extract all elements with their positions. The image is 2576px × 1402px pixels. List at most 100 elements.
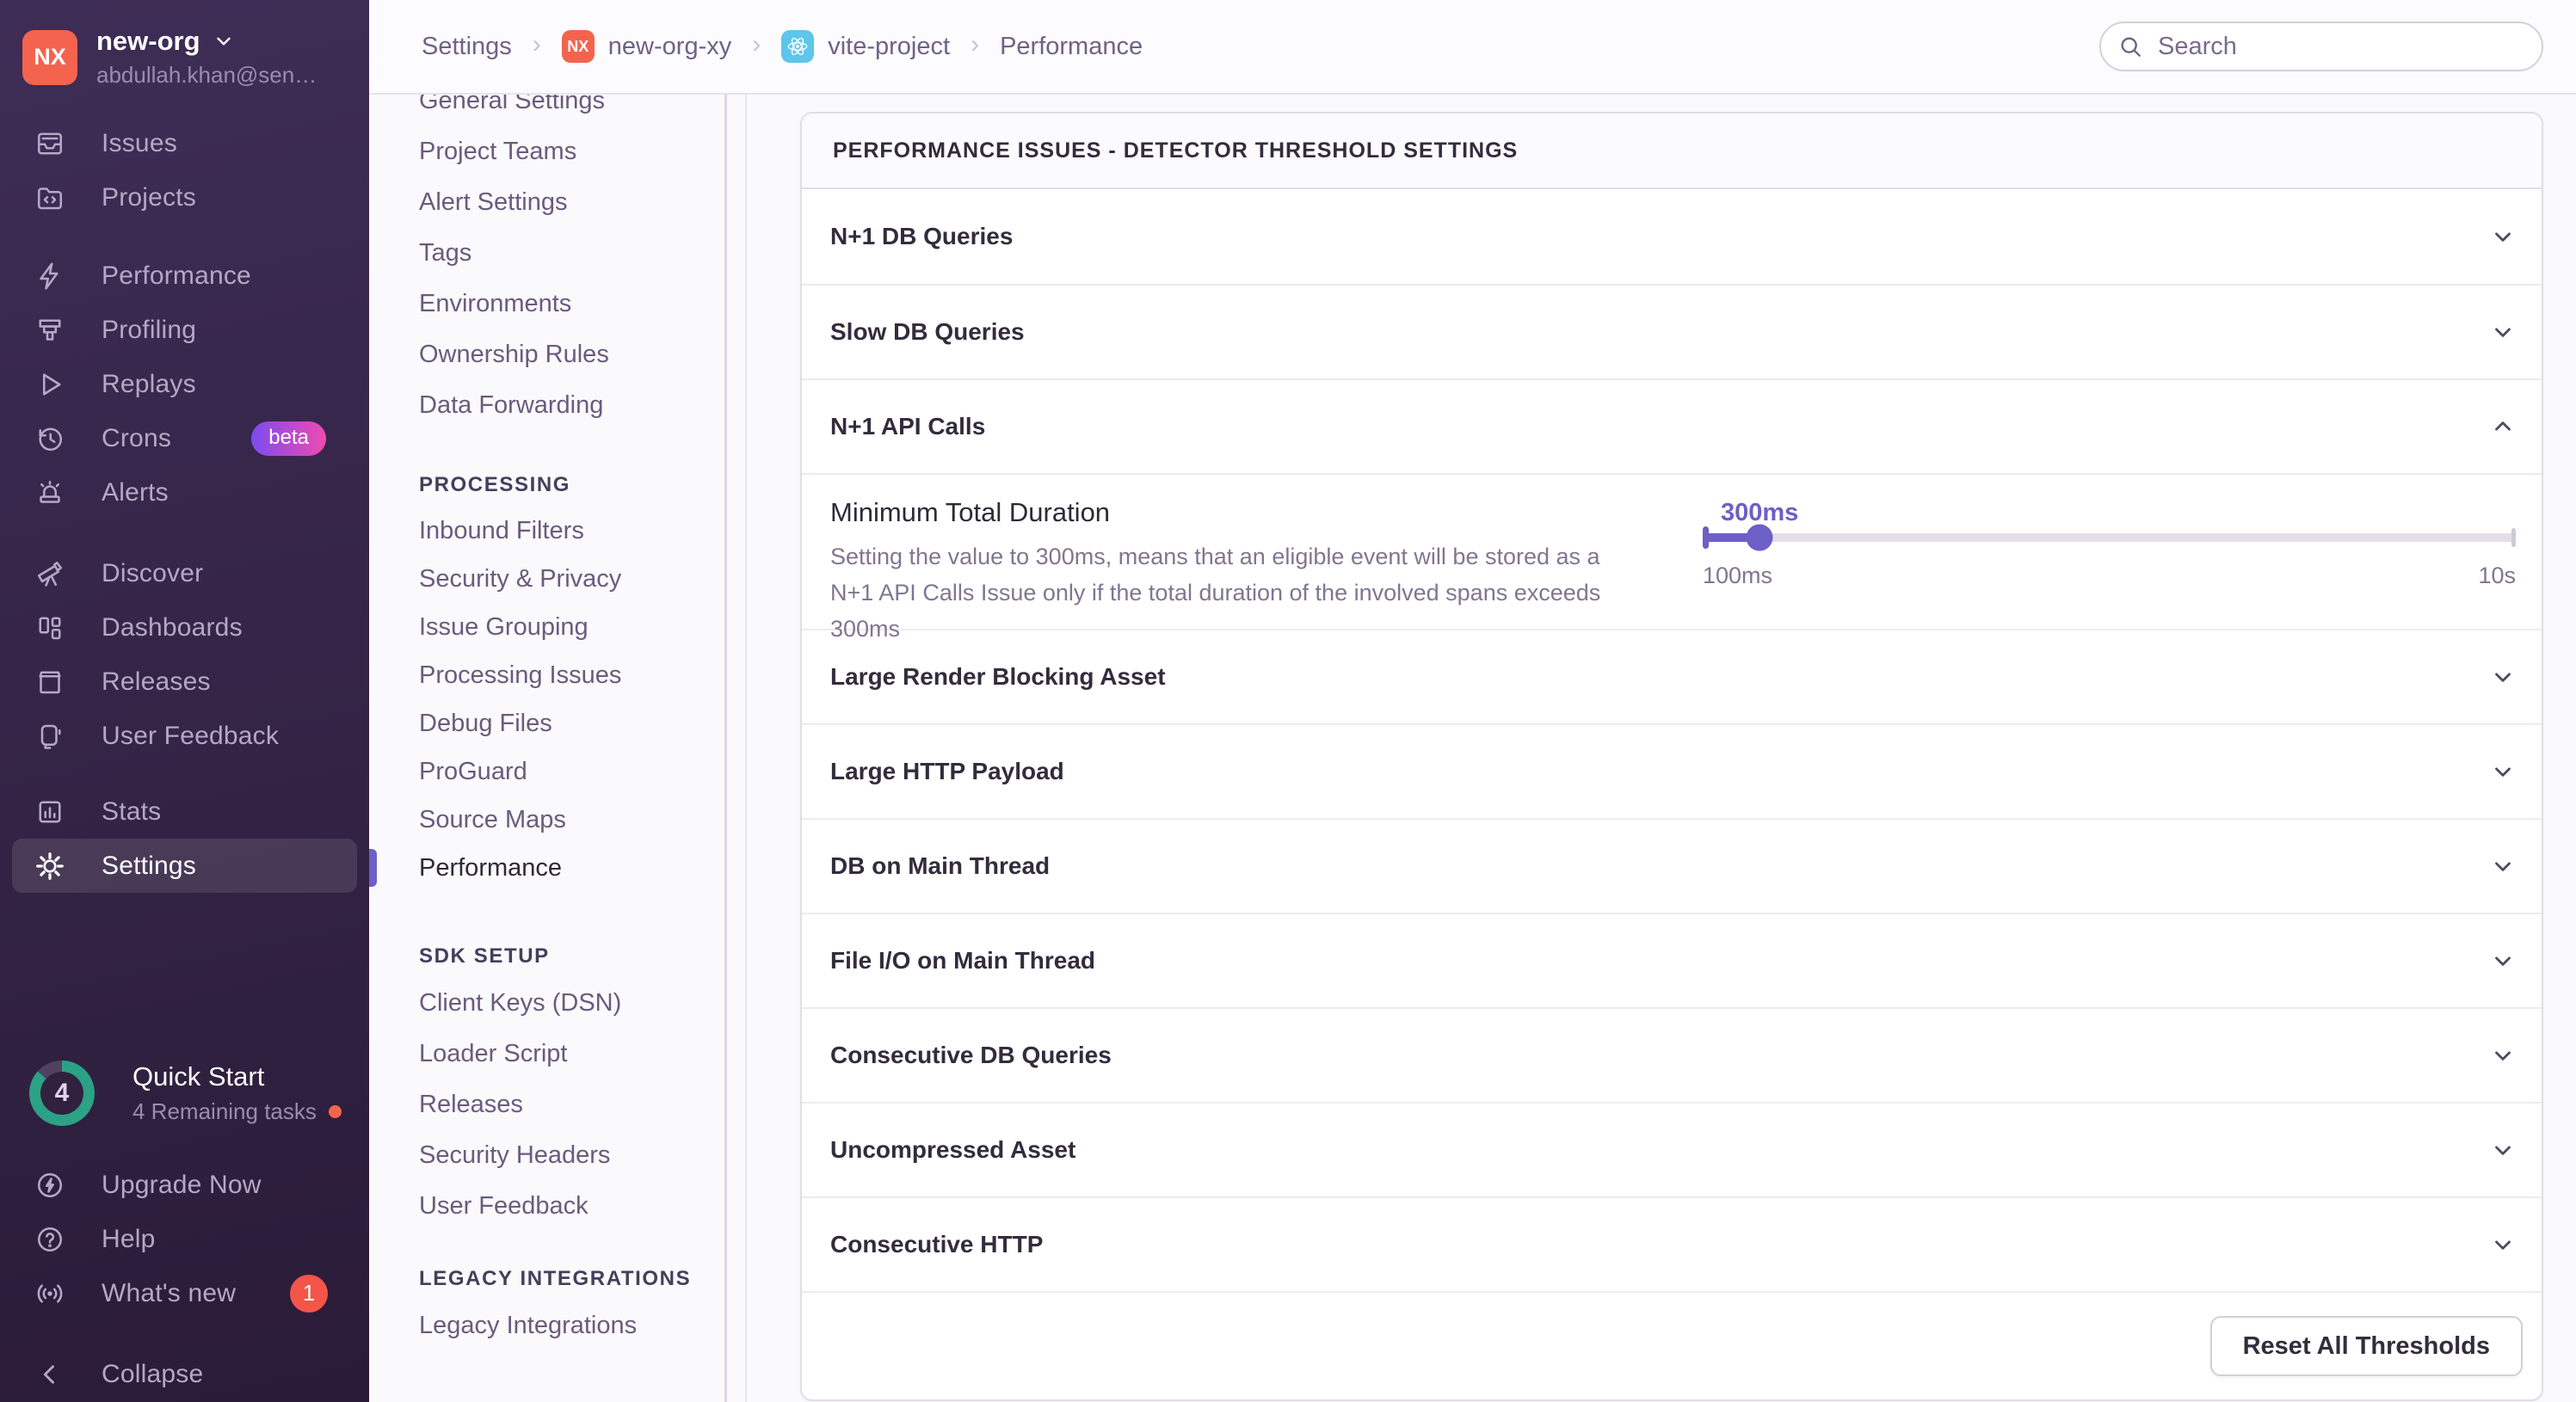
sidebar-item-discover[interactable]: Discover: [0, 546, 369, 600]
settings-nav-item[interactable]: Tags: [369, 228, 745, 279]
main-content: PERFORMANCE ISSUES - DETECTOR THRESHOLD …: [747, 95, 2576, 1402]
settings-nav-item[interactable]: Source Maps: [369, 796, 745, 844]
reset-all-thresholds-button[interactable]: Reset All Thresholds: [2209, 1316, 2523, 1376]
breadcrumb-project[interactable]: vite-project: [781, 30, 950, 63]
sidebar-item-issues[interactable]: Issues: [0, 116, 369, 170]
slider-thumb[interactable]: [1746, 524, 1773, 551]
chevron-down-icon: [2490, 853, 2516, 879]
lightning-circle-icon: [33, 1168, 67, 1202]
settings-nav-item[interactable]: Legacy Integrations: [369, 1301, 745, 1351]
settings-nav-item[interactable]: ProGuard: [369, 747, 745, 796]
detector-row[interactable]: Consecutive HTTP: [802, 1196, 2542, 1291]
settings-nav-item[interactable]: Client Keys (DSN): [369, 978, 745, 1029]
sidebar-item-stats[interactable]: Stats: [0, 784, 369, 839]
sidebar-item-profiling[interactable]: Profiling: [0, 303, 369, 357]
sidebar-item-settings[interactable]: Settings: [12, 839, 357, 893]
chevron-down-icon: [2490, 759, 2516, 784]
org-switcher[interactable]: NX new-org abdullah.khan@sen…: [22, 26, 361, 89]
collapse-sidebar-row: Collapse: [0, 1347, 369, 1401]
settings-nav-item[interactable]: Inbound Filters: [369, 507, 745, 555]
settings-nav-item[interactable]: Project Teams: [369, 126, 745, 177]
upgrade-now-button[interactable]: Upgrade Now: [0, 1158, 369, 1212]
collapse-button[interactable]: Collapse: [0, 1347, 369, 1401]
inbox-icon: [33, 126, 67, 161]
settings-nav-item[interactable]: Processing Issues: [369, 651, 745, 699]
sidebar-item-releases[interactable]: Releases: [0, 655, 369, 709]
slider-track[interactable]: [1703, 524, 2516, 551]
breadcrumb-separator-icon: ›: [752, 30, 761, 58]
settings-nav-item[interactable]: Security Headers: [369, 1130, 745, 1181]
settings-nav-item[interactable]: Ownership Rules: [369, 329, 745, 380]
detector-settings-panel: PERFORMANCE ISSUES - DETECTOR THRESHOLD …: [800, 112, 2543, 1401]
clock-history-icon: [33, 421, 67, 456]
sidebar-item-performance[interactable]: Performance: [0, 249, 369, 303]
help-button[interactable]: Help: [0, 1212, 369, 1266]
slider-max-label: 10s: [2478, 563, 2516, 588]
chevron-down-icon: [2490, 224, 2516, 249]
slider-value-label: 300ms: [1720, 499, 1799, 526]
sidebar-item-crons[interactable]: Crons beta: [0, 411, 369, 465]
org-name: new-org: [96, 26, 200, 56]
detector-row[interactable]: Uncompressed Asset: [802, 1102, 2542, 1196]
detector-row[interactable]: DB on Main Thread: [802, 818, 2542, 913]
chevron-down-icon: [2490, 664, 2516, 690]
dashboard-grid-icon: [33, 611, 67, 645]
sidebar-footer-nav: Upgrade Now Help What's new 1: [0, 1158, 369, 1320]
org-avatar: NX: [22, 29, 77, 85]
breadcrumb-settings[interactable]: Settings: [422, 33, 512, 61]
sidebar-item-dashboards[interactable]: Dashboards: [0, 600, 369, 655]
detector-row[interactable]: Slow DB Queries: [802, 284, 2542, 378]
chevron-down-icon: [2490, 1232, 2516, 1257]
sidebar-item-projects[interactable]: Projects: [0, 170, 369, 224]
notification-badge: 1: [290, 1274, 328, 1313]
settings-nav-item-performance-active[interactable]: Performance: [369, 844, 745, 892]
sidebar-item-user-feedback[interactable]: User Feedback: [0, 709, 369, 763]
detector-rows-collapsed-top: N+1 DB Queries Slow DB Queries: [802, 189, 2542, 378]
settings-nav-item[interactable]: Loader Script: [369, 1029, 745, 1079]
chevron-down-icon: [2490, 319, 2516, 345]
play-icon: [33, 367, 67, 402]
org-email: abdullah.khan@sen…: [96, 62, 317, 88]
detector-rows-collapsed-bottom: Large Render Blocking Asset Large HTTP P…: [802, 629, 2542, 1291]
quick-start-widget[interactable]: 4 Quick Start 4 Remaining tasks: [29, 1061, 352, 1126]
search-icon: [2117, 33, 2144, 60]
detector-row[interactable]: File I/O on Main Thread: [802, 913, 2542, 1007]
search-input[interactable]: [2099, 22, 2543, 71]
settings-nav-item[interactable]: Environments: [369, 279, 745, 329]
settings-nav-general-list: General Settings Project Teams Alert Setti…: [369, 95, 745, 431]
panel-footer: Reset All Thresholds: [802, 1291, 2542, 1399]
breadcrumb-org[interactable]: NX new-org-xy: [561, 30, 731, 63]
broadcast-icon: [33, 1276, 67, 1311]
detector-row[interactable]: Consecutive DB Queries: [802, 1007, 2542, 1102]
detector-row-expanded[interactable]: N+1 API Calls: [802, 378, 2542, 473]
react-project-icon: [781, 30, 815, 63]
detector-setting-expanded: Minimum Total Duration Setting the value…: [802, 473, 2542, 642]
settings-nav-item[interactable]: General Settings: [369, 95, 745, 126]
settings-nav-item[interactable]: Security & Privacy: [369, 555, 745, 603]
nav-scrollbar[interactable]: [724, 95, 727, 1402]
detector-row[interactable]: N+1 DB Queries: [802, 189, 2542, 284]
duration-slider: 300ms 100ms 10s: [1703, 499, 2516, 589]
archive-box-icon: [33, 665, 67, 699]
beta-badge: beta: [251, 421, 326, 456]
nav-section-header-processing: PROCESSING: [419, 473, 571, 496]
settings-nav-item[interactable]: User Feedback: [369, 1181, 745, 1232]
settings-nav-item[interactable]: Debug Files: [369, 699, 745, 747]
settings-nav-item[interactable]: Issue Grouping: [369, 603, 745, 651]
sidebar-item-alerts[interactable]: Alerts: [0, 465, 369, 520]
settings-nav-item[interactable]: Alert Settings: [369, 177, 745, 228]
settings-nav-item[interactable]: Data Forwarding: [369, 380, 745, 431]
profiling-stack-icon: [33, 313, 67, 347]
org-badge-icon: NX: [561, 30, 595, 63]
question-circle-icon: [33, 1222, 67, 1257]
chevron-down-icon: [2490, 1137, 2516, 1163]
detector-row[interactable]: Large HTTP Payload: [802, 723, 2542, 818]
gear-icon: [33, 849, 67, 883]
folder-code-icon: [33, 181, 67, 215]
settings-nav-item[interactable]: Releases: [369, 1079, 745, 1130]
settings-nav-sdk-list: Client Keys (DSN) Loader Script Releases Se…: [369, 978, 745, 1232]
whats-new-button[interactable]: What's new 1: [0, 1266, 369, 1320]
chevron-up-icon: [2490, 414, 2516, 440]
sidebar-item-replays[interactable]: Replays: [0, 357, 369, 411]
chevron-down-icon: [2490, 948, 2516, 974]
